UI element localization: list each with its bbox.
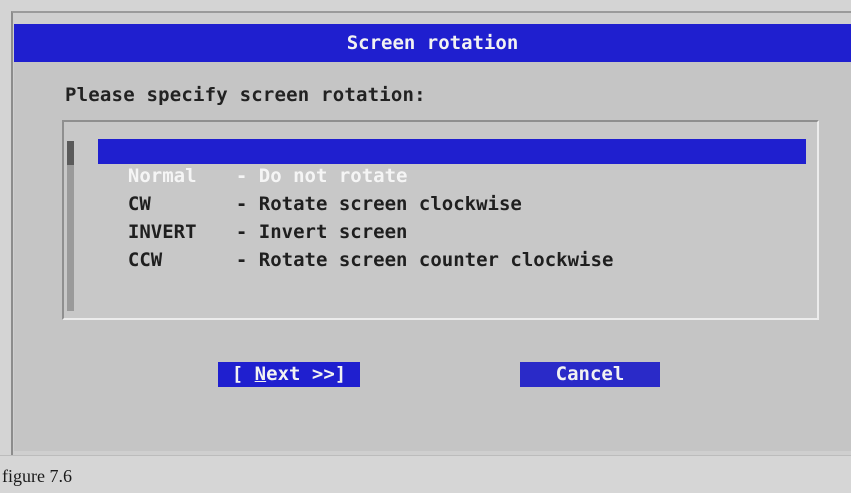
next-button-hotkey: N [254,363,267,385]
option-invert[interactable]: INVERT - Invert screen [98,195,806,243]
rotation-prompt: Please specify screen rotation: [65,84,426,106]
cancel-button[interactable]: Cancel [520,362,660,387]
option-ccw[interactable]: CCW - Rotate screen counter clockwise [98,223,806,271]
next-button[interactable]: [ Next >>] [218,362,360,387]
option-description: - Rotate screen counter clockwise [235,249,614,271]
caption-bar [0,455,851,493]
option-normal[interactable]: Normal - Do not rotate [98,139,806,187]
dialog-title: Screen rotation [14,24,851,62]
option-cw[interactable]: CW - Rotate screen clockwise [98,167,806,215]
option-key: CCW [127,249,163,271]
next-button-open: [ [231,363,255,385]
listbox-scrollbar[interactable] [67,141,74,311]
figure-caption: figure 7.6 [2,466,72,486]
scrollbar-thumb[interactable] [67,141,74,165]
next-button-rest: ext >>] [266,363,347,385]
